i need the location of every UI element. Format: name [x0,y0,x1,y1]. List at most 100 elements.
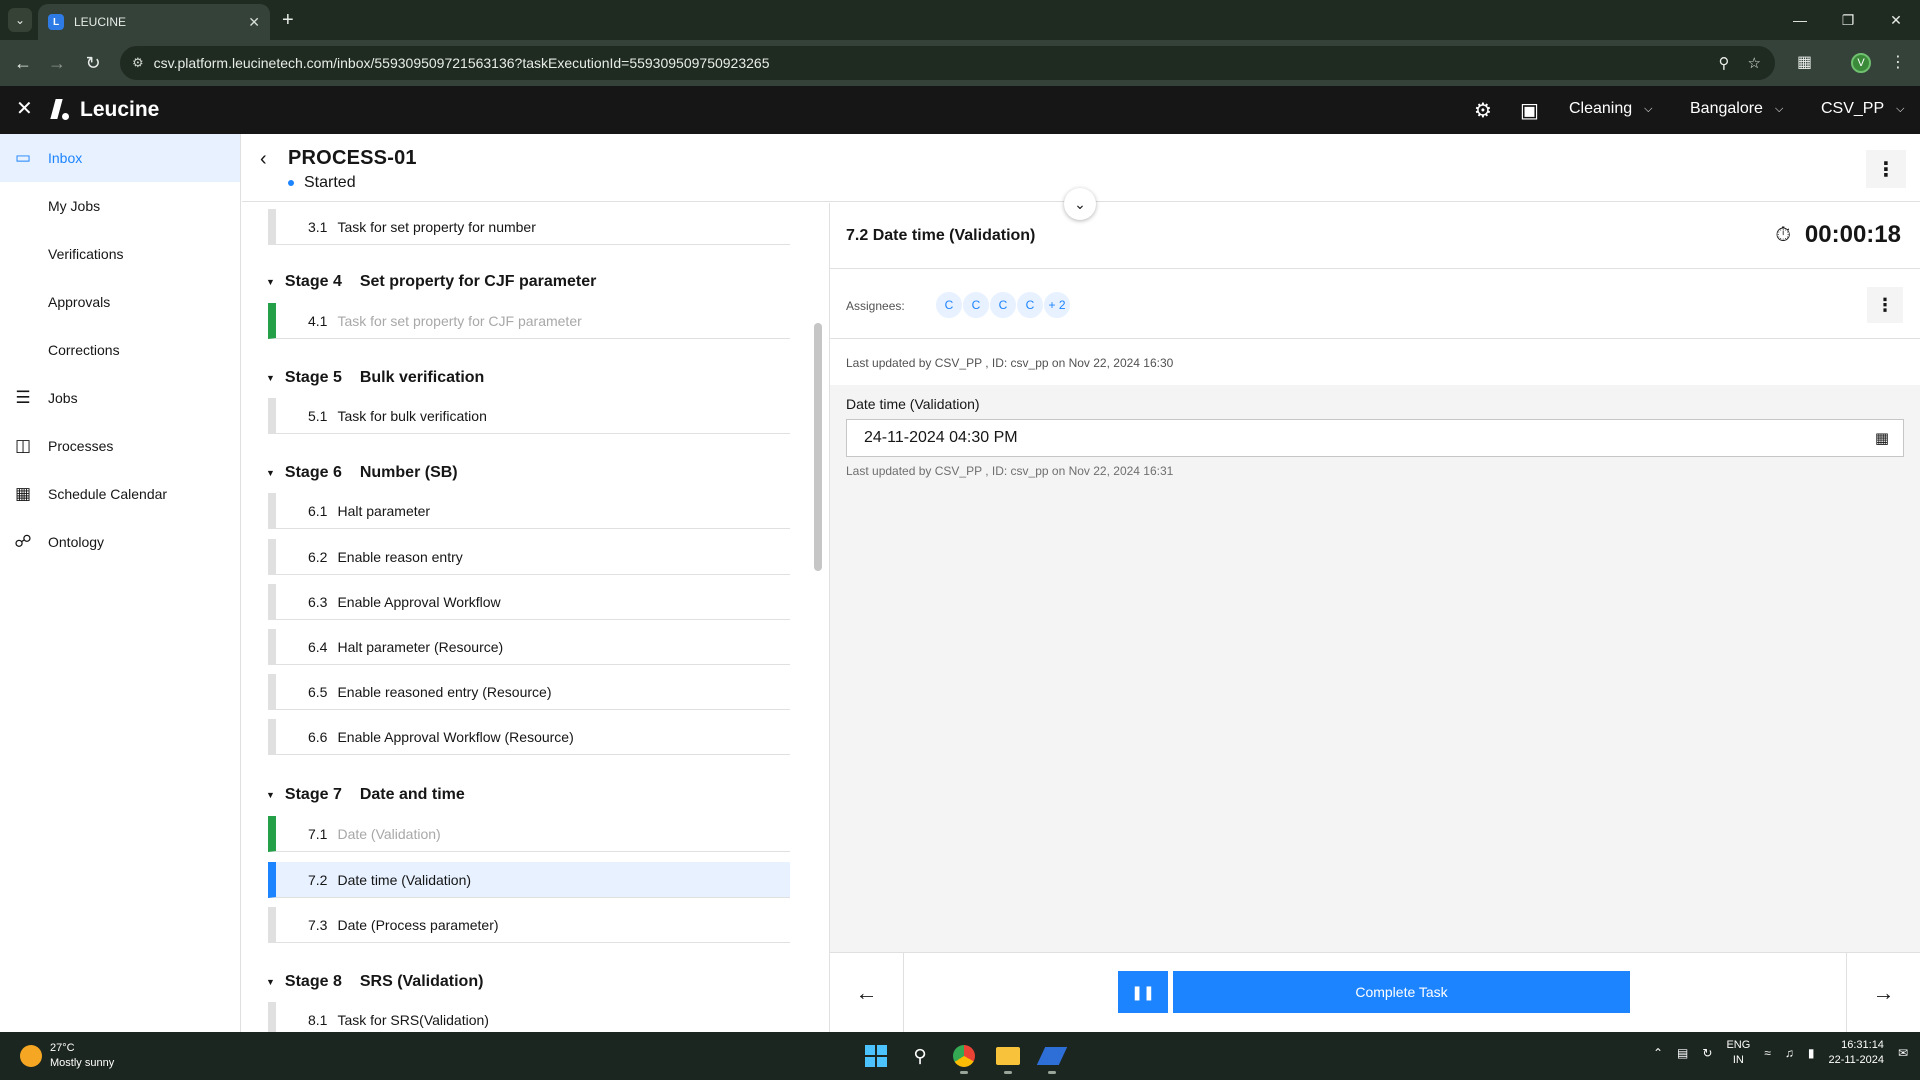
new-tab-plus-icon[interactable]: + [282,8,294,32]
stage-number: Stage 5 [284,369,342,386]
task-name: Task for set property for CJF parameter [337,312,582,329]
avatar[interactable]: C [989,291,1017,319]
task-list-scrollbar[interactable] [814,323,822,571]
sidebar-item-my-jobs[interactable]: My Jobs [0,182,240,230]
avatar[interactable]: C [962,291,990,319]
task-7-1[interactable]: 7.1 Date (Validation) [268,816,790,852]
close-icon[interactable]: ✕ [16,98,33,120]
weather-widget[interactable]: 27°C Mostly sunny [20,1041,114,1071]
task-5-1[interactable]: 5.1 Task for bulk verification [268,398,790,434]
tab-list-chevron-icon[interactable]: ⌄ [8,8,32,32]
notification-bell-icon[interactable]: ✉ [1898,1046,1908,1060]
task-6-6[interactable]: 6.6 Enable Approval Workflow (Resource) [268,719,790,755]
task-footer: ← ❚❚ Complete Task → [829,952,1920,1033]
extensions-puzzle-icon[interactable]: ▦ [1797,52,1812,72]
bookmark-star-icon[interactable]: ☆ [1748,54,1761,72]
power-automate-icon[interactable] [1036,1040,1068,1074]
page-title: PROCESS-01 [288,147,417,169]
task-number: 6.4 [308,638,328,655]
user-dropdown[interactable]: CSV_PP ⌵ [1821,100,1904,118]
more-assignees-badge[interactable]: + 2 [1043,291,1071,319]
next-task-arrow-icon[interactable]: → [1846,953,1920,1033]
location-dropdown[interactable]: Bangalore ⌵ [1690,100,1783,118]
task-menu-kebab-icon[interactable]: ⋮ [1867,287,1903,323]
tray-display-icon[interactable]: ▤ [1677,1046,1688,1060]
task-7-3[interactable]: 7.3 Date (Process parameter) [268,907,790,943]
wifi-icon[interactable]: ≈ [1764,1046,1771,1060]
browser-tab[interactable]: L LEUCINE ✕ [38,4,270,40]
profile-avatar[interactable]: V [1851,53,1871,73]
task-7-2[interactable]: 7.2 Date time (Validation) [268,862,790,898]
stage-8-header[interactable]: ▼ Stage 8 SRS (Validation) [266,973,483,991]
avatar[interactable]: C [1016,291,1044,319]
task-8-1[interactable]: 8.1 Task for SRS(Validation) [268,1002,790,1032]
minimize-icon[interactable]: — [1776,0,1824,40]
scan-icon[interactable]: ▣ [1520,98,1539,123]
stage-name: Bulk verification [359,369,485,386]
window-close-icon[interactable]: ✕ [1872,0,1920,40]
back-chevron-icon[interactable]: ‹ [260,148,267,171]
restore-icon[interactable]: ❐ [1824,0,1872,40]
pause-button[interactable]: ❚❚ [1118,971,1168,1013]
previous-task-arrow-icon[interactable]: ← [830,953,904,1033]
process-menu-kebab-icon[interactable]: ⋮ [1866,150,1906,188]
site-info-icon[interactable]: ⚙ [132,55,144,71]
stage-6-header[interactable]: ▼ Stage 6 Number (SB) [266,464,458,482]
stage-5-header[interactable]: ▼ Stage 5 Bulk verification [266,369,484,387]
task-name: Enable reasoned entry (Resource) [337,683,552,700]
task-6-5[interactable]: 6.5 Enable reasoned entry (Resource) [268,674,790,710]
reload-icon[interactable]: ↻ [80,50,106,76]
collapse-chevron-down-icon[interactable]: ⌄ [1064,188,1096,220]
sidebar-item-jobs[interactable]: ☰ Jobs [0,374,240,422]
password-key-icon[interactable]: ⚲ [1719,54,1730,72]
battery-icon[interactable]: ▮ [1808,1046,1815,1060]
task-6-2[interactable]: 6.2 Enable reason entry [268,539,790,575]
sidebar-item-approvals[interactable]: Approvals [0,278,240,326]
task-4-1[interactable]: 4.1 Task for set property for CJF parame… [268,303,790,339]
browser-address-bar: ← → ↻ ⚙ csv.platform.leucinetech.com/inb… [0,40,1920,86]
system-tray: ⌃ ▤ ↻ ENG IN ≈ ♫ ▮ 16:31:14 22-11-2024 ✉ [1653,1038,1908,1068]
facility-dropdown[interactable]: Cleaning ⌵ [1569,100,1653,118]
calendar-icon: ▦ [14,484,32,503]
app-header: ✕ Leucine ⚙ ▣ Cleaning ⌵ Bangalore ⌵ CSV… [0,86,1920,134]
windows-start-icon[interactable] [860,1040,892,1072]
sidebar-item-verifications[interactable]: Verifications [0,230,240,278]
sidebar-item-corrections[interactable]: Corrections [0,326,240,374]
system-clock[interactable]: 16:31:14 22-11-2024 [1828,1038,1883,1068]
forward-arrow-icon[interactable]: → [44,50,70,76]
tray-chevron-up-icon[interactable]: ⌃ [1653,1046,1663,1060]
volume-icon[interactable]: ♫ [1785,1046,1794,1060]
processes-icon: ◫ [14,436,32,455]
sidebar-item-schedule-calendar[interactable]: ▦ Schedule Calendar [0,470,240,518]
task-6-4[interactable]: 6.4 Halt parameter (Resource) [268,629,790,665]
sidebar-item-inbox[interactable]: ▭ Inbox [0,134,240,182]
assignee-avatars[interactable]: C C C C + 2 [935,291,1071,319]
leucine-logo-icon [50,99,72,121]
settings-gear-icon[interactable]: ⚙ [1474,98,1492,123]
task-6-3[interactable]: 6.3 Enable Approval Workflow [268,584,790,620]
task-number: 8.1 [308,1011,328,1028]
task-number: 6.6 [308,728,328,745]
back-arrow-icon[interactable]: ← [10,50,36,76]
file-explorer-icon[interactable] [992,1040,1024,1074]
task-6-1[interactable]: 6.1 Halt parameter [268,493,790,529]
stage-7-header[interactable]: ▼ Stage 7 Date and time [266,786,465,804]
browser-menu-kebab-icon[interactable]: ⋮ [1890,52,1906,72]
search-icon[interactable]: ⚲ [904,1040,936,1072]
lang-code: ENG [1726,1039,1751,1051]
tray-sync-icon[interactable]: ↻ [1702,1046,1712,1060]
datetime-input[interactable]: 24-11-2024 04:30 PM ▦ [846,419,1904,457]
tab-close-icon[interactable]: ✕ [248,14,260,31]
calendar-picker-icon[interactable]: ▦ [1875,429,1889,447]
task-3-1[interactable]: 3.1 Task for set property for number [268,209,790,245]
complete-task-button[interactable]: Complete Task [1173,971,1630,1013]
avatar[interactable]: C [935,291,963,319]
task-name: Task for SRS(Validation) [337,1011,489,1028]
sidebar-item-processes[interactable]: ◫ Processes [0,422,240,470]
sidebar-item-ontology[interactable]: ☍ Ontology [0,518,240,566]
chrome-icon[interactable] [948,1040,980,1074]
task-name: Enable reason entry [337,548,463,565]
language-indicator[interactable]: ENG IN [1726,1038,1750,1068]
url-omnibox[interactable]: ⚙ csv.platform.leucinetech.com/inbox/559… [120,46,1775,80]
stage-4-header[interactable]: ▼ Stage 4 Set property for CJF parameter [266,273,596,291]
